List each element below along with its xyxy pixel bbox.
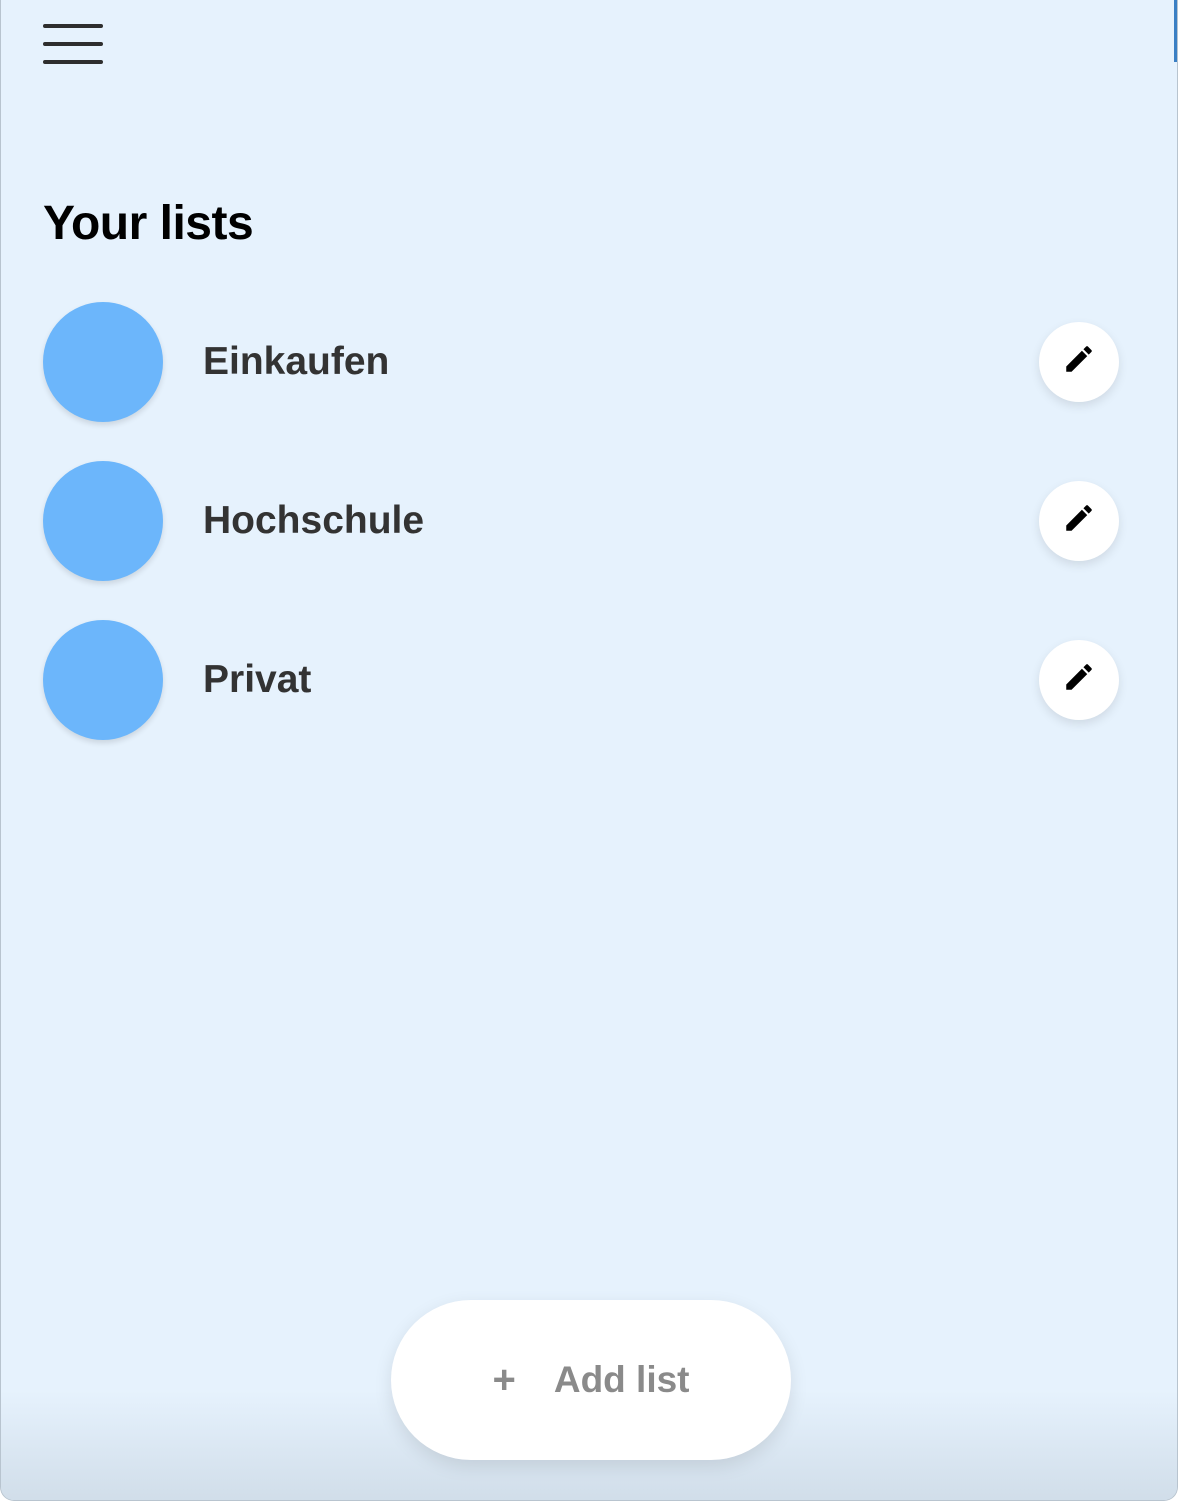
hamburger-menu-icon[interactable] xyxy=(39,20,107,70)
list-item-einkaufen[interactable]: Einkaufen xyxy=(1,302,1177,422)
plus-icon: + xyxy=(492,1358,516,1402)
pencil-icon xyxy=(1066,346,1092,372)
lists-container: Einkaufen Hochschule Privat xyxy=(1,302,1177,779)
pencil-icon xyxy=(1066,664,1092,690)
list-name: Einkaufen xyxy=(203,340,390,383)
pencil-icon xyxy=(1066,505,1092,531)
menu-bar xyxy=(43,24,103,28)
menu-bar xyxy=(43,60,103,64)
list-name: Privat xyxy=(203,658,312,701)
app-window: Your lists Einkaufen Hochschule Privat +… xyxy=(0,0,1178,1501)
list-color-avatar xyxy=(43,461,163,581)
menu-bar xyxy=(43,42,103,46)
edit-list-button[interactable] xyxy=(1039,322,1119,402)
add-list-label: Add list xyxy=(553,1359,690,1400)
list-name: Hochschule xyxy=(203,499,425,542)
list-color-avatar xyxy=(43,302,163,422)
list-item-privat[interactable]: Privat xyxy=(1,620,1177,740)
window-edge-accent xyxy=(1174,0,1177,62)
page-title: Your lists xyxy=(43,197,254,250)
edit-list-button[interactable] xyxy=(1039,640,1119,720)
list-color-avatar xyxy=(43,620,163,740)
edit-list-button[interactable] xyxy=(1039,481,1119,561)
add-list-button[interactable]: + Add list xyxy=(391,1300,791,1460)
list-item-hochschule[interactable]: Hochschule xyxy=(1,461,1177,581)
